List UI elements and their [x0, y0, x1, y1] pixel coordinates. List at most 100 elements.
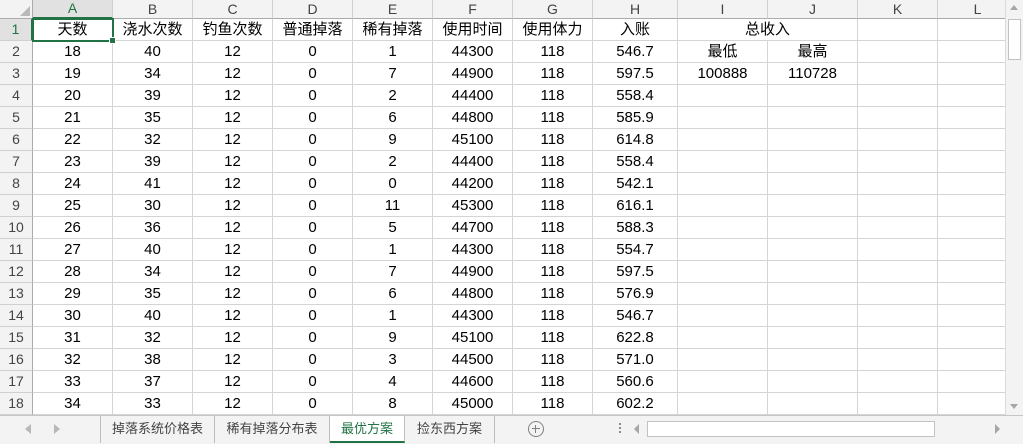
cell-G10[interactable]: 118	[513, 217, 593, 239]
row-header-12[interactable]: 12	[0, 261, 33, 283]
cell-C6[interactable]: 12	[193, 129, 273, 151]
cell-F11[interactable]: 44300	[433, 239, 513, 261]
cell-B1[interactable]: 浇水次数	[113, 19, 193, 41]
cell-D7[interactable]: 0	[273, 151, 353, 173]
cell-K17[interactable]	[858, 371, 938, 393]
horizontal-scroll-thumb[interactable]	[647, 421, 935, 437]
cell-E7[interactable]: 2	[353, 151, 433, 173]
cell-G3[interactable]: 118	[513, 63, 593, 85]
cell-L12[interactable]	[938, 261, 1005, 283]
row-header-7[interactable]: 7	[0, 151, 33, 173]
cell-I9[interactable]	[678, 195, 768, 217]
cell-H6[interactable]: 614.8	[593, 129, 678, 151]
cell-A17[interactable]: 33	[33, 371, 113, 393]
cell-J4[interactable]	[768, 85, 858, 107]
cell-A10[interactable]: 26	[33, 217, 113, 239]
cell-C16[interactable]: 12	[193, 349, 273, 371]
vertical-scroll-track[interactable]	[1007, 17, 1022, 399]
cell-F7[interactable]: 44400	[433, 151, 513, 173]
cell-H17[interactable]: 560.6	[593, 371, 678, 393]
cell-A11[interactable]: 27	[33, 239, 113, 261]
cell-J13[interactable]	[768, 283, 858, 305]
cell-E3[interactable]: 7	[353, 63, 433, 85]
cell-L7[interactable]	[938, 151, 1005, 173]
cell-G14[interactable]: 118	[513, 305, 593, 327]
cell-B11[interactable]: 40	[113, 239, 193, 261]
cell-D6[interactable]: 0	[273, 129, 353, 151]
cell-C13[interactable]: 12	[193, 283, 273, 305]
cell-I3[interactable]: 100888	[678, 63, 768, 85]
cell-D14[interactable]: 0	[273, 305, 353, 327]
cell-L14[interactable]	[938, 305, 1005, 327]
cell-B16[interactable]: 38	[113, 349, 193, 371]
cell-J11[interactable]	[768, 239, 858, 261]
cell-I5[interactable]	[678, 107, 768, 129]
cell-F2[interactable]: 44300	[433, 41, 513, 63]
horizontal-scroll-track[interactable]	[645, 420, 993, 438]
cell-L18[interactable]	[938, 393, 1005, 415]
cell-A16[interactable]: 32	[33, 349, 113, 371]
cell-G16[interactable]: 118	[513, 349, 593, 371]
cell-F10[interactable]: 44700	[433, 217, 513, 239]
cell-E16[interactable]: 3	[353, 349, 433, 371]
cell-L10[interactable]	[938, 217, 1005, 239]
cell-F13[interactable]: 44800	[433, 283, 513, 305]
cell-A3[interactable]: 19	[33, 63, 113, 85]
row-header-1[interactable]: 1	[0, 19, 33, 41]
cell-A4[interactable]: 20	[33, 85, 113, 107]
row-header-3[interactable]: 3	[0, 63, 33, 85]
cell-H7[interactable]: 558.4	[593, 151, 678, 173]
cell-J5[interactable]	[768, 107, 858, 129]
tab-split-handle-icon[interactable]	[619, 423, 621, 425]
cell-I15[interactable]	[678, 327, 768, 349]
cell-E18[interactable]: 8	[353, 393, 433, 415]
select-all-button[interactable]	[0, 0, 33, 19]
scroll-right-icon[interactable]	[995, 424, 1000, 434]
cell-K16[interactable]	[858, 349, 938, 371]
cell-D2[interactable]: 0	[273, 41, 353, 63]
cell-A15[interactable]: 31	[33, 327, 113, 349]
cell-K8[interactable]	[858, 173, 938, 195]
cell-G8[interactable]: 118	[513, 173, 593, 195]
cell-K15[interactable]	[858, 327, 938, 349]
cell-A13[interactable]: 29	[33, 283, 113, 305]
cell-G6[interactable]: 118	[513, 129, 593, 151]
column-header-D[interactable]: D	[273, 0, 353, 19]
cell-J14[interactable]	[768, 305, 858, 327]
cell-I14[interactable]	[678, 305, 768, 327]
column-header-I[interactable]: I	[678, 0, 768, 19]
row-header-2[interactable]: 2	[0, 41, 33, 63]
cell-L4[interactable]	[938, 85, 1005, 107]
sheet-tab-price-table[interactable]: 掉落系统价格表	[101, 416, 215, 443]
column-header-F[interactable]: F	[433, 0, 513, 19]
cell-K14[interactable]	[858, 305, 938, 327]
cell-E10[interactable]: 5	[353, 217, 433, 239]
cell-F6[interactable]: 45100	[433, 129, 513, 151]
cell-H14[interactable]: 546.7	[593, 305, 678, 327]
cell-F18[interactable]: 45000	[433, 393, 513, 415]
row-header-8[interactable]: 8	[0, 173, 33, 195]
cell-L16[interactable]	[938, 349, 1005, 371]
cell-K12[interactable]	[858, 261, 938, 283]
cell-E1[interactable]: 稀有掉落	[353, 19, 433, 41]
cell-E11[interactable]: 1	[353, 239, 433, 261]
cell-G2[interactable]: 118	[513, 41, 593, 63]
cell-E2[interactable]: 1	[353, 41, 433, 63]
cell-H10[interactable]: 588.3	[593, 217, 678, 239]
cell-D12[interactable]: 0	[273, 261, 353, 283]
cell-D8[interactable]: 0	[273, 173, 353, 195]
row-header-6[interactable]: 6	[0, 129, 33, 151]
cell-C2[interactable]: 12	[193, 41, 273, 63]
cell-I8[interactable]	[678, 173, 768, 195]
cell-I10[interactable]	[678, 217, 768, 239]
cell-E5[interactable]: 6	[353, 107, 433, 129]
cell-H12[interactable]: 597.5	[593, 261, 678, 283]
cell-E9[interactable]: 11	[353, 195, 433, 217]
row-header-17[interactable]: 17	[0, 371, 33, 393]
cell-L13[interactable]	[938, 283, 1005, 305]
cell-J18[interactable]	[768, 393, 858, 415]
cell-G5[interactable]: 118	[513, 107, 593, 129]
cell-J7[interactable]	[768, 151, 858, 173]
cell-K13[interactable]	[858, 283, 938, 305]
cell-C10[interactable]: 12	[193, 217, 273, 239]
